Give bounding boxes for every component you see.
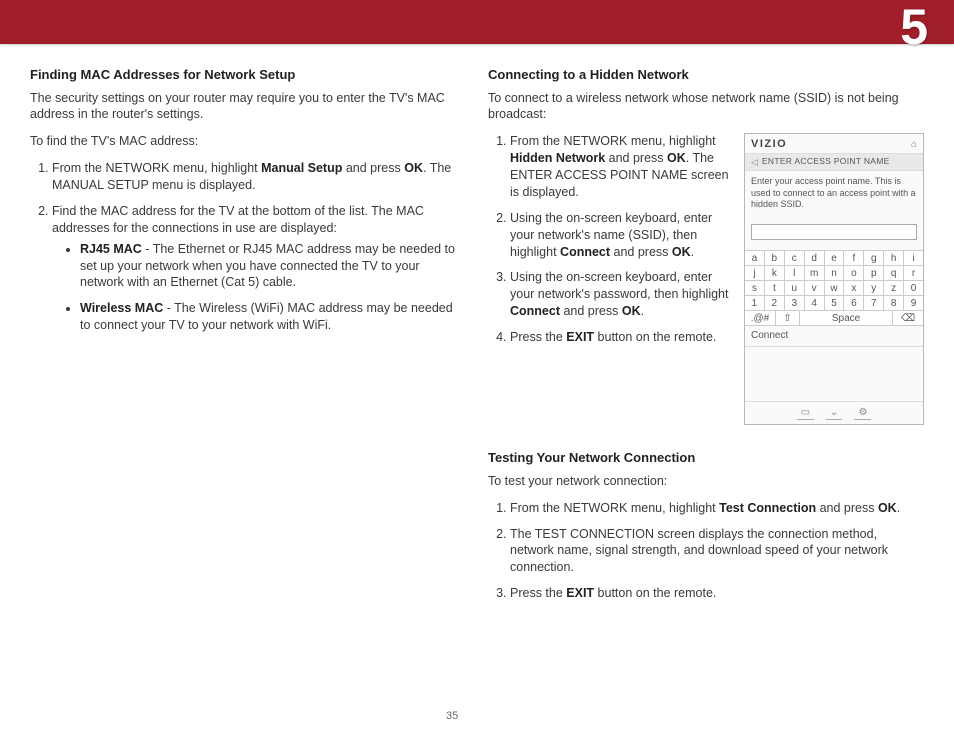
- key-y[interactable]: y: [864, 281, 884, 296]
- footer-gear-icon[interactable]: ⚙: [854, 406, 871, 421]
- testing-intro: To test your network connection:: [488, 473, 918, 490]
- mac-step-1: From the NETWORK menu, highlight Manual …: [52, 160, 460, 194]
- key-2[interactable]: 2: [765, 296, 785, 311]
- key-s[interactable]: s: [745, 281, 765, 296]
- key-7[interactable]: 7: [864, 296, 884, 311]
- key-r[interactable]: r: [904, 266, 923, 281]
- testing-section: Testing Your Network Connection To test …: [488, 449, 918, 602]
- testing-step-1: From the NETWORK menu, highlight Test Co…: [510, 500, 918, 517]
- mac-bullets: RJ45 MAC - The Ethernet or RJ45 MAC addr…: [80, 241, 460, 334]
- hidden-steps: From the NETWORK menu, highlight Hidden …: [510, 133, 730, 346]
- key-space[interactable]: Space: [800, 311, 893, 326]
- key-j[interactable]: j: [745, 266, 765, 281]
- connect-row[interactable]: Connect: [745, 326, 923, 347]
- key-5[interactable]: 5: [825, 296, 845, 311]
- key-6[interactable]: 6: [844, 296, 864, 311]
- heading-mac: Finding MAC Addresses for Network Setup: [30, 66, 460, 84]
- key-z[interactable]: z: [884, 281, 904, 296]
- key-c[interactable]: c: [785, 251, 805, 266]
- key-q[interactable]: q: [884, 266, 904, 281]
- key-f[interactable]: f: [844, 251, 864, 266]
- key-l[interactable]: l: [785, 266, 805, 281]
- hidden-intro: To connect to a wireless network whose n…: [488, 90, 924, 124]
- ssid-input[interactable]: [751, 224, 917, 240]
- key-a[interactable]: a: [745, 251, 765, 266]
- key-u[interactable]: u: [785, 281, 805, 296]
- home-icon[interactable]: ⌂: [911, 138, 917, 152]
- key-o[interactable]: o: [844, 266, 864, 281]
- key-4[interactable]: 4: [805, 296, 825, 311]
- key-w[interactable]: w: [825, 281, 845, 296]
- testing-step-3: Press the EXIT button on the remote.: [510, 585, 918, 602]
- page-content: Finding MAC Addresses for Network Setup …: [30, 66, 924, 738]
- heading-hidden: Connecting to a Hidden Network: [488, 66, 924, 84]
- key-n[interactable]: n: [825, 266, 845, 281]
- key-g[interactable]: g: [864, 251, 884, 266]
- key-shift[interactable]: ⇧: [776, 311, 800, 326]
- key-e[interactable]: e: [825, 251, 845, 266]
- key-h[interactable]: h: [884, 251, 904, 266]
- key-t[interactable]: t: [765, 281, 785, 296]
- onscreen-keyboard-panel: VIZIO ⌂ ◁ ENTER ACCESS POINT NAME Enter …: [744, 133, 924, 425]
- key-9[interactable]: 9: [904, 296, 923, 311]
- right-column: Connecting to a Hidden Network To connec…: [488, 66, 924, 616]
- key-backspace[interactable]: ⌫: [893, 311, 923, 326]
- key-v[interactable]: v: [805, 281, 825, 296]
- mac-bullet-rj45: RJ45 MAC - The Ethernet or RJ45 MAC addr…: [80, 241, 460, 292]
- key-p[interactable]: p: [864, 266, 884, 281]
- hidden-step-4: Press the EXIT button on the remote.: [510, 329, 730, 346]
- panel-help-text: Enter your access point name. This is us…: [745, 171, 923, 218]
- mac-intro-2: To find the TV's MAC address:: [30, 133, 460, 150]
- heading-testing: Testing Your Network Connection: [488, 449, 918, 467]
- footer-wide-icon[interactable]: ▭: [797, 406, 814, 421]
- hidden-step-2: Using the on-screen keyboard, enter your…: [510, 210, 730, 261]
- mac-bullet-wireless: Wireless MAC - The Wireless (WiFi) MAC a…: [80, 300, 460, 334]
- footer-down-icon[interactable]: ⌄: [826, 406, 842, 421]
- panel-subtitle: ENTER ACCESS POINT NAME: [762, 156, 890, 167]
- left-column: Finding MAC Addresses for Network Setup …: [30, 66, 460, 616]
- key-1[interactable]: 1: [745, 296, 765, 311]
- testing-steps: From the NETWORK menu, highlight Test Co…: [510, 500, 918, 602]
- key-8[interactable]: 8: [884, 296, 904, 311]
- key-d[interactable]: d: [805, 251, 825, 266]
- hidden-step-3: Using the on-screen keyboard, enter your…: [510, 269, 730, 320]
- testing-step-2: The TEST CONNECTION screen displays the …: [510, 526, 918, 577]
- brand-logo: VIZIO: [751, 137, 787, 152]
- page-number: 35: [446, 709, 458, 724]
- onscreen-keyboard: abcdefghi jklmnopqr stuvwxyz0 123456789 …: [745, 250, 923, 326]
- chevron-left-icon[interactable]: ◁: [751, 156, 758, 168]
- mac-step-2: Find the MAC address for the TV at the b…: [52, 203, 460, 334]
- key-0[interactable]: 0: [904, 281, 923, 296]
- key-m[interactable]: m: [805, 266, 825, 281]
- key-k[interactable]: k: [765, 266, 785, 281]
- mac-intro-1: The security settings on your router may…: [30, 90, 460, 124]
- key-3[interactable]: 3: [785, 296, 805, 311]
- chapter-header-band: 5: [0, 0, 954, 44]
- chapter-number: 5: [900, 0, 928, 62]
- key-x[interactable]: x: [844, 281, 864, 296]
- mac-steps: From the NETWORK menu, highlight Manual …: [52, 160, 460, 334]
- key-b[interactable]: b: [765, 251, 785, 266]
- hidden-step-1: From the NETWORK menu, highlight Hidden …: [510, 133, 730, 201]
- panel-footer: ▭ ⌄ ⚙: [745, 401, 923, 425]
- key-symbols[interactable]: .@#: [745, 311, 776, 326]
- key-i[interactable]: i: [904, 251, 923, 266]
